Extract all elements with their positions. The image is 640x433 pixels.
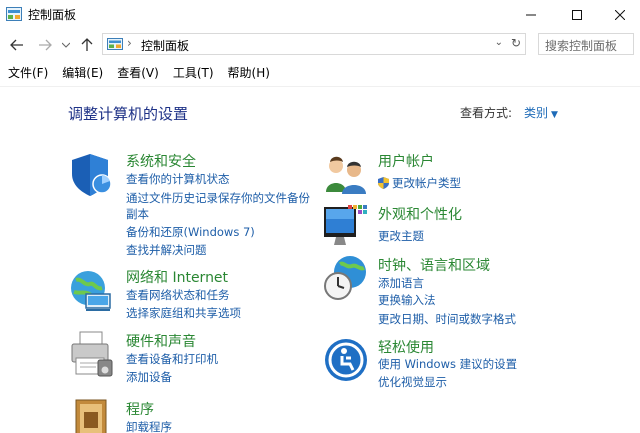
back-arrow-icon	[10, 39, 23, 51]
link-change-account-type-label: 更改帐户类型	[392, 176, 461, 190]
link-file-history-backup-cont[interactable]: 副本	[126, 206, 149, 222]
link-change-input-method[interactable]: 更换输入法	[378, 292, 436, 308]
uac-shield-icon	[378, 177, 389, 189]
recent-locations-button[interactable]	[60, 36, 72, 54]
window-title: 控制面板	[28, 8, 77, 22]
menu-tools[interactable]: 工具(T)	[173, 62, 214, 84]
minimize-icon	[526, 14, 536, 16]
maximize-button[interactable]	[554, 0, 600, 30]
link-uninstall-program[interactable]: 卸载程序	[126, 419, 172, 433]
link-backup-restore[interactable]: 备份和还原(Windows 7)	[126, 224, 255, 240]
link-add-language[interactable]: 添加语言	[378, 275, 424, 291]
category-title[interactable]: 轻松使用	[378, 337, 434, 357]
control-panel-icon	[6, 7, 22, 21]
clock-globe-icon	[324, 256, 366, 300]
link-view-computer-status[interactable]: 查看你的计算机状态	[126, 171, 230, 187]
accessibility-icon	[325, 339, 367, 381]
link-add-device[interactable]: 添加设备	[126, 369, 172, 385]
minimize-button[interactable]	[508, 0, 554, 30]
back-button[interactable]	[8, 36, 26, 54]
up-button[interactable]	[78, 36, 96, 54]
divider	[0, 86, 640, 87]
users-icon	[326, 156, 366, 194]
forward-button[interactable]	[36, 36, 54, 54]
up-arrow-icon	[81, 38, 93, 51]
title-bar: 控制面板	[0, 0, 640, 30]
close-button[interactable]	[600, 0, 640, 30]
printer-icon	[71, 331, 113, 377]
menu-file[interactable]: 文件(F)	[8, 62, 48, 84]
maximize-icon	[572, 10, 582, 20]
link-homegroup-sharing[interactable]: 选择家庭组和共享选项	[126, 305, 241, 321]
breadcrumb-control-panel[interactable]: 控制面板	[141, 37, 189, 54]
category-title[interactable]: 用户帐户	[378, 151, 434, 171]
menu-view[interactable]: 查看(V)	[117, 62, 159, 84]
link-file-history-backup[interactable]: 通过文件历史记录保存你的文件备份	[126, 190, 310, 206]
search-placeholder: 搜索控制面板	[545, 39, 618, 53]
view-by-dropdown[interactable]: 类别 ▼	[524, 104, 558, 121]
link-change-date-time-format[interactable]: 更改日期、时间或数字格式	[378, 311, 516, 327]
menu-bar: 文件(F) 编辑(E) 查看(V) 工具(T) 帮助(H)	[0, 62, 640, 84]
breadcrumb-separator: ›	[127, 36, 132, 50]
category-title[interactable]: 时钟、语言和区域	[378, 255, 490, 275]
link-devices-printers[interactable]: 查看设备和打印机	[126, 351, 218, 367]
link-change-account-type[interactable]: 更改帐户类型	[378, 175, 461, 191]
page-title: 调整计算机的设置	[68, 105, 189, 123]
link-change-theme[interactable]: 更改主题	[378, 228, 424, 244]
menu-edit[interactable]: 编辑(E)	[62, 62, 103, 84]
category-title[interactable]: 硬件和声音	[126, 331, 196, 351]
display-icon	[324, 205, 367, 245]
category-title[interactable]: 网络和 Internet	[126, 267, 228, 287]
address-dropdown-button[interactable]: ⌄	[495, 37, 503, 48]
network-globe-icon	[71, 271, 111, 311]
view-by-label: 查看方式:	[460, 106, 513, 120]
search-input[interactable]: 搜索控制面板	[538, 33, 634, 55]
dropdown-arrow-icon: ▼	[551, 110, 558, 120]
programs-icon	[75, 399, 107, 433]
category-title[interactable]: 程序	[126, 399, 154, 419]
link-troubleshoot[interactable]: 查找并解决问题	[126, 242, 207, 258]
link-windows-recommended-settings[interactable]: 使用 Windows 建议的设置	[378, 356, 517, 372]
shield-icon	[72, 154, 112, 196]
address-bar[interactable]: › 控制面板 ⌄ ↻	[102, 33, 526, 55]
chevron-down-icon	[62, 42, 70, 48]
menu-help[interactable]: 帮助(H)	[228, 62, 270, 84]
category-title[interactable]: 系统和安全	[126, 151, 196, 171]
close-icon	[615, 10, 625, 20]
control-panel-icon	[107, 38, 123, 50]
link-network-status[interactable]: 查看网络状态和任务	[126, 287, 230, 303]
refresh-button[interactable]: ↻	[511, 36, 521, 50]
forward-arrow-icon	[39, 39, 52, 51]
link-optimize-visual-display[interactable]: 优化视觉显示	[378, 374, 447, 390]
view-by-value: 类别	[524, 106, 549, 120]
category-title[interactable]: 外观和个性化	[378, 204, 462, 224]
